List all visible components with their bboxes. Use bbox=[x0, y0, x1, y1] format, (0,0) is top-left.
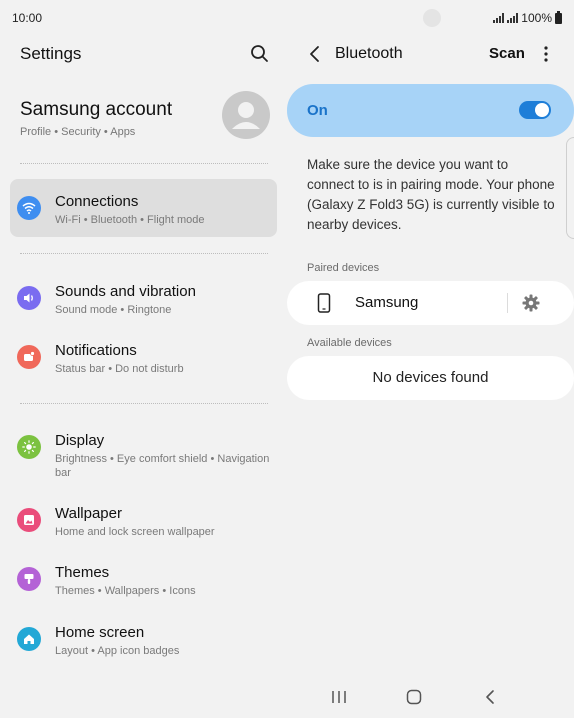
signal-icon bbox=[493, 13, 505, 23]
divider bbox=[507, 293, 508, 313]
scan-button[interactable]: Scan bbox=[489, 45, 525, 62]
navigation-bar bbox=[0, 674, 574, 718]
bluetooth-pane: Bluetooth Scan On Make sure the device y… bbox=[287, 34, 574, 674]
menu-subtitle: Brightness • Eye comfort shield • Naviga… bbox=[55, 453, 270, 479]
menu-item-connections[interactable]: Connections Wi-Fi • Bluetooth • Flight m… bbox=[10, 179, 277, 237]
wifi-icon bbox=[17, 196, 41, 220]
device-name: Samsung bbox=[355, 294, 419, 311]
signal-icon bbox=[507, 13, 519, 23]
phone-icon bbox=[317, 293, 331, 313]
menu-item-themes[interactable]: Themes Themes • Wallpapers • Icons bbox=[10, 550, 277, 608]
paired-devices-label: Paired devices bbox=[307, 262, 380, 274]
more-options-icon[interactable] bbox=[539, 43, 553, 65]
available-devices-list: No devices found bbox=[287, 356, 574, 400]
settings-pane: Settings Samsung account Profile • Secur… bbox=[0, 34, 287, 674]
menu-subtitle: Home and lock screen wallpaper bbox=[55, 526, 215, 538]
menu-item-notifications[interactable]: Notifications Status bar • Do not distur… bbox=[10, 328, 277, 386]
battery-percent: 100% bbox=[521, 11, 552, 25]
menu-title: Notifications bbox=[55, 342, 137, 359]
status-bar: 10:00 100% bbox=[0, 0, 574, 34]
battery-icon bbox=[555, 10, 562, 24]
bluetooth-toggle[interactable] bbox=[519, 101, 551, 119]
status-time: 10:00 bbox=[12, 11, 43, 25]
divider bbox=[20, 253, 268, 254]
menu-subtitle: Themes • Wallpapers • Icons bbox=[55, 585, 196, 597]
menu-title: Themes bbox=[55, 564, 110, 581]
notification-icon bbox=[17, 345, 41, 369]
menu-item-sounds[interactable]: Sounds and vibration Sound mode • Ringto… bbox=[10, 269, 277, 327]
menu-title: Sounds and vibration bbox=[55, 283, 196, 300]
paired-device-item[interactable]: Samsung bbox=[287, 281, 574, 325]
menu-subtitle: Wi-Fi • Bluetooth • Flight mode bbox=[55, 214, 205, 226]
recents-icon[interactable] bbox=[328, 686, 350, 708]
pairing-description: Make sure the device you want to connect… bbox=[307, 157, 555, 232]
back-icon[interactable] bbox=[479, 686, 501, 708]
empty-state-text: No devices found bbox=[372, 369, 489, 386]
page-title: Settings bbox=[20, 44, 82, 63]
home-icon bbox=[17, 627, 41, 651]
account-name: Samsung account bbox=[20, 99, 173, 120]
sun-icon bbox=[17, 435, 41, 459]
divider bbox=[20, 403, 268, 404]
bluetooth-toggle-card[interactable]: On bbox=[287, 84, 574, 137]
toggle-knob bbox=[535, 103, 549, 117]
menu-title: Wallpaper bbox=[55, 505, 122, 522]
menu-item-display[interactable]: Display Brightness • Eye comfort shield … bbox=[10, 418, 277, 479]
bluetooth-title: Bluetooth bbox=[335, 45, 403, 62]
camera-cutout bbox=[423, 9, 441, 27]
menu-item-wallpaper[interactable]: Wallpaper Home and lock screen wallpaper bbox=[10, 491, 277, 549]
menu-subtitle: Status bar • Do not disturb bbox=[55, 363, 184, 375]
image-icon bbox=[17, 508, 41, 532]
samsung-account-item[interactable]: Samsung account Profile • Security • App… bbox=[0, 88, 287, 146]
avatar bbox=[222, 91, 270, 139]
divider bbox=[20, 163, 268, 164]
menu-title: Connections bbox=[55, 193, 139, 210]
available-devices-label: Available devices bbox=[307, 337, 392, 349]
volume-icon bbox=[17, 286, 41, 310]
menu-subtitle: Layout • App icon badges bbox=[55, 645, 180, 657]
edge-panel-handle[interactable] bbox=[566, 137, 574, 239]
search-icon[interactable] bbox=[248, 42, 272, 66]
menu-subtitle: Sound mode • Ringtone bbox=[55, 304, 172, 316]
menu-item-home-screen[interactable]: Home screen Layout • App icon badges bbox=[10, 610, 277, 668]
status-icons: 100% bbox=[493, 10, 562, 25]
brush-icon bbox=[17, 567, 41, 591]
toggle-label: On bbox=[307, 102, 328, 119]
account-subtitle: Profile • Security • Apps bbox=[20, 126, 136, 138]
gear-icon[interactable] bbox=[520, 292, 542, 314]
home-icon[interactable] bbox=[403, 686, 425, 708]
menu-title: Home screen bbox=[55, 624, 145, 641]
menu-title: Display bbox=[55, 432, 105, 449]
back-arrow-icon[interactable] bbox=[303, 42, 327, 66]
